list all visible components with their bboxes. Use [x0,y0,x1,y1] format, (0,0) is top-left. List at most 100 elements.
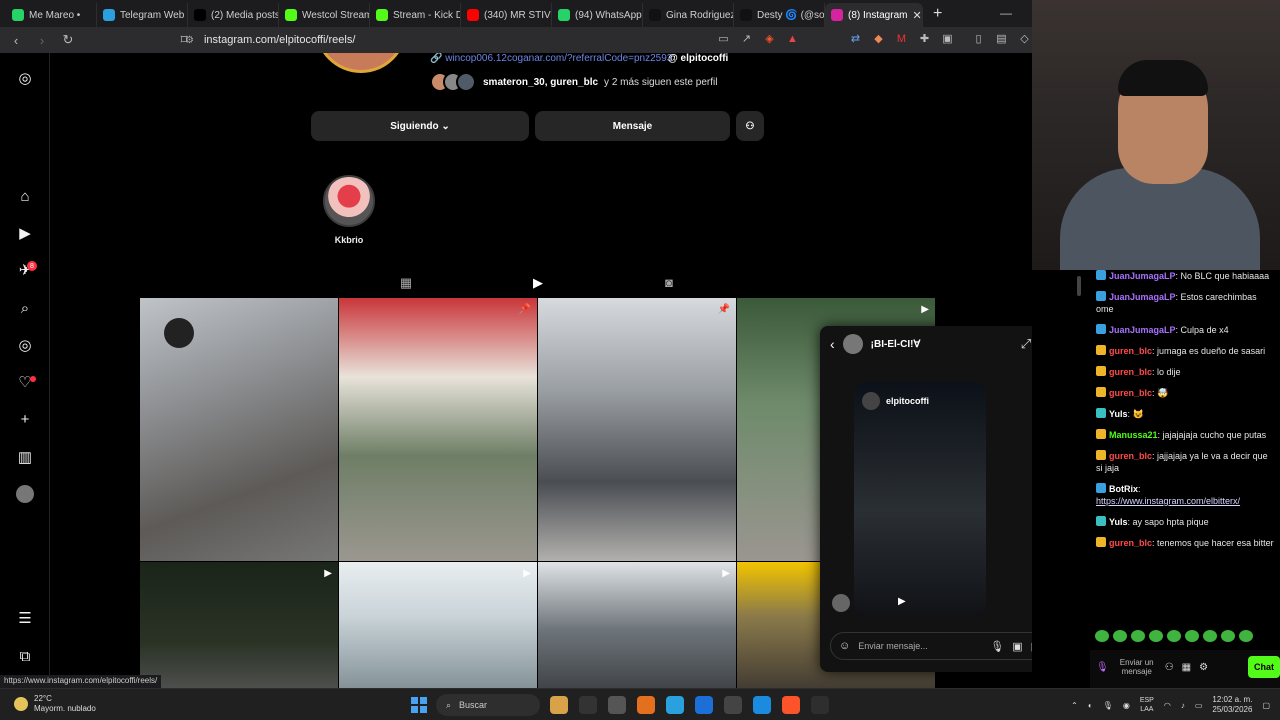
chat-input[interactable]: Enviar un mensaje [1117,658,1157,676]
wifi-icon[interactable]: ◠ [1164,701,1171,710]
battery-icon[interactable]: ▭ [1195,701,1203,710]
emote-icon[interactable] [1131,630,1145,642]
profile-avatar-icon[interactable] [16,485,34,503]
microphone-icon[interactable]: 🎙 [990,640,1004,653]
profile-link[interactable]: 🔗 wincop006.12coganar.com/?referralCode=… [430,53,672,64]
windows-start-icon[interactable] [411,697,427,713]
screenshot-icon[interactable]: ▣ [940,31,955,46]
chat-username[interactable]: guren_blc [1109,388,1152,398]
clock[interactable]: 12:02 a. m. 25/03/2026 [1212,695,1252,715]
chat-username[interactable]: guren_blc [1109,538,1152,548]
app-icon[interactable]: ◉ [1123,701,1130,710]
emote-icon[interactable] [1221,630,1235,642]
emote-icon[interactable] [1203,630,1217,642]
microphone-icon[interactable]: 🎙 [1096,662,1109,673]
edge-icon[interactable] [753,696,771,714]
browser-tab[interactable]: Me Mareo • [6,3,97,27]
browser-tab[interactable]: Stream - Kick Da [370,3,461,27]
taskbar-search[interactable]: ⌕ Buscar [436,694,540,716]
chat-username[interactable]: Yuls [1109,409,1128,419]
brave-icon[interactable] [782,696,800,714]
tagged-icon[interactable]: ◙ [661,275,677,291]
compass-icon[interactable]: ◎ [16,336,34,354]
reel-thumbnail[interactable]: ▶ [538,562,736,688]
browser-tab[interactable]: (8) Instagram ✕ [825,3,923,27]
chat-username[interactable]: JuanJumagaLP [1109,292,1176,302]
cast-icon[interactable]: ▭ [716,31,731,46]
chat-username[interactable]: BotRix [1109,484,1138,494]
vpn-icon[interactable]: ◇ [1017,31,1032,46]
browser-tab[interactable]: (2) Media posts [188,3,279,27]
emote-icon[interactable] [1185,630,1199,642]
reel-thumbnail[interactable] [140,298,338,561]
forward-icon[interactable]: › [32,33,52,48]
apps-icon[interactable]: ⧉ [16,647,34,665]
reels-icon[interactable]: ▶ [16,224,34,242]
extension-icon[interactable]: M [894,31,909,46]
browser-tab[interactable]: Telegram Web [97,3,188,27]
chat-username[interactable]: JuanJumagaLP [1109,325,1176,335]
back-icon[interactable]: ‹ [6,33,26,48]
chat-username[interactable]: guren_blc [1109,346,1152,356]
chevron-up-icon[interactable]: ⌃ [1071,701,1078,710]
threads-handle[interactable]: @ elpitocoffi [668,53,728,64]
chevron-left-icon[interactable]: ‹ [830,336,835,352]
browser-tab[interactable]: Gina Rodriguez ( [643,3,734,27]
dm-message-input[interactable]: ☺ Enviar mensaje... 🎙 ▣ ◫ [830,632,1032,660]
reel-thumbnail[interactable]: ▶ [140,562,338,688]
network-icon[interactable]: ◐ [1088,701,1093,710]
notifications-icon[interactable]: ▢ [1262,701,1270,710]
browser-tab[interactable]: (94) WhatsApp [552,3,643,27]
browser-tab[interactable]: Westcol Stream [279,3,370,27]
profile-avatar[interactable] [315,53,407,73]
chat-username[interactable]: JuanJumagaLP [1109,271,1176,281]
reel-thumbnail[interactable]: 📌 [538,298,736,561]
brave-rewards-icon[interactable]: ▲ [785,31,800,46]
image-icon[interactable]: ▣ [1012,640,1022,653]
reel-thumbnail[interactable]: ▶ [339,562,537,688]
chat-send-button[interactable]: Chat [1248,656,1280,678]
emote-icon[interactable] [1113,630,1127,642]
posts-grid-icon[interactable]: ▦ [398,275,414,291]
shared-reel-card[interactable]: elpitocoffi ▶ [854,382,986,616]
chat-username[interactable]: Yuls [1109,517,1128,527]
emote-icon[interactable] [1167,630,1181,642]
new-tab-icon[interactable]: + [923,5,952,27]
reel-thumbnail[interactable]: 📌 [339,298,537,561]
app-icon[interactable] [666,696,684,714]
minimize-icon[interactable]: — [1000,6,1012,20]
chat-link[interactable]: https://www.instagram.com/elbitterx/ [1096,496,1240,506]
volume-icon[interactable]: ♪ [1181,701,1185,710]
mutual-followers[interactable]: smateron_30, guren_blc y 2 más siguen es… [430,72,717,92]
file-explorer-icon[interactable] [550,696,568,714]
emoji-icon[interactable]: ☺ [839,640,850,652]
dm-contact-name[interactable]: ¡BI-El-CI!∀ [871,339,1013,350]
app-icon[interactable] [608,696,626,714]
emote-icon[interactable] [1095,630,1109,642]
suggest-user-button[interactable]: ⚇ [736,111,764,141]
brave-shield-icon[interactable]: ◈ [762,31,777,46]
chat-username[interactable]: guren_blc [1109,367,1152,377]
chat-username[interactable]: Manussa21 [1109,430,1158,440]
scroll-thumb[interactable] [1077,276,1081,296]
address-bar[interactable]: ⚙ instagram.com/elpitocoffi/reels/ [185,30,705,50]
share-icon[interactable]: ↗ [739,31,754,46]
gift-icon[interactable]: ▦ [1182,662,1191,673]
wallet-icon[interactable]: ▤ [994,31,1009,46]
office-icon[interactable] [637,696,655,714]
message-button[interactable]: Mensaje [535,111,730,141]
browser-tab[interactable]: (340) MR STIVEN [461,3,552,27]
search-icon[interactable]: ⌕ [16,299,34,317]
puzzle-icon[interactable]: ✚ [917,31,932,46]
weather-widget[interactable]: 22°C Mayorm. nublado [14,694,96,714]
translate-icon[interactable]: ⇄ [848,31,863,46]
menu-icon[interactable]: ☰ [16,609,34,627]
close-icon[interactable]: ✕ [912,9,921,22]
dashboard-icon[interactable]: ▥ [16,448,34,466]
sidebar-toggle-icon[interactable]: ▯ [971,31,986,46]
microphone-icon[interactable]: 🎙 [1103,701,1113,710]
browser-tab[interactable]: Desty 🌀 (@soy [734,3,825,27]
expand-icon[interactable]: ⤢ [1021,336,1031,352]
following-button[interactable]: Siguiendo ⌄ [311,111,529,141]
chat-scrollbar[interactable] [1075,276,1083,686]
